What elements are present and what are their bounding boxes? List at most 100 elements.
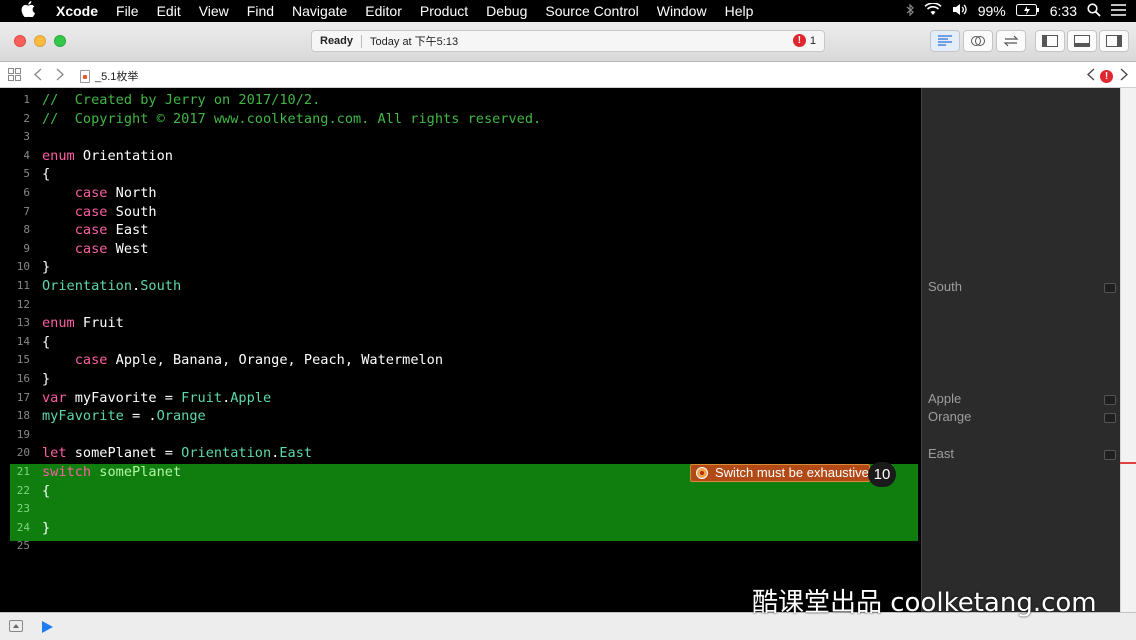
jump-bar-file[interactable]: _5.1枚举: [80, 68, 138, 84]
error-icon[interactable]: !: [1100, 68, 1113, 83]
code-line[interactable]: 10}: [0, 258, 921, 277]
menu-help[interactable]: Help: [716, 0, 763, 22]
code-line[interactable]: 16}: [0, 370, 921, 389]
menu-product[interactable]: Product: [411, 0, 477, 22]
clock[interactable]: 6:33: [1050, 3, 1077, 19]
code-line[interactable]: 19: [0, 426, 921, 445]
code-line[interactable]: 3: [0, 128, 921, 147]
code-token: myFavorite =: [66, 389, 182, 406]
code-line[interactable]: 17 var myFavorite = Fruit.Apple: [0, 389, 921, 408]
code-line[interactable]: 6 case North: [0, 184, 921, 203]
result-value[interactable]: Apple: [928, 391, 961, 406]
show-debug-area-icon[interactable]: [9, 620, 23, 632]
result-value[interactable]: Orange: [928, 409, 971, 424]
minimize-window-button[interactable]: [34, 35, 46, 47]
debug-area-toggle-button[interactable]: [1067, 30, 1097, 52]
wifi-icon[interactable]: [924, 2, 942, 19]
utilities-toggle-icon: [1106, 35, 1122, 47]
menu-xcode[interactable]: Xcode: [56, 0, 107, 22]
error-count-indicator[interactable]: ! 1: [792, 34, 816, 47]
apple-icon[interactable]: [0, 1, 56, 21]
code-token: case: [74, 222, 108, 239]
vertical-scrollbar[interactable]: [1120, 88, 1136, 612]
menu-window[interactable]: Window: [648, 0, 716, 22]
menu-navigate[interactable]: Navigate: [283, 0, 356, 22]
menu-edit[interactable]: Edit: [148, 0, 190, 22]
code-line[interactable]: 12: [0, 296, 921, 315]
run-playground-icon[interactable]: [42, 621, 53, 633]
version-editor-icon: [1003, 35, 1019, 47]
menu-debug[interactable]: Debug: [477, 0, 536, 22]
code-line[interactable]: 15 case Apple, Banana, Orange, Peach, Wa…: [0, 351, 921, 370]
assistant-editor-button[interactable]: [963, 30, 993, 52]
quick-look-icon[interactable]: [1104, 450, 1116, 461]
utilities-toggle-button[interactable]: [1099, 30, 1129, 52]
result-value[interactable]: East: [928, 446, 954, 461]
menu-editor[interactable]: Editor: [356, 0, 411, 22]
code-text: case North: [42, 184, 157, 203]
list-icon[interactable]: [1111, 3, 1126, 19]
result-value[interactable]: South: [928, 279, 962, 294]
version-editor-button[interactable]: [996, 30, 1026, 52]
quick-look-icon[interactable]: [1104, 283, 1116, 293]
code-line[interactable]: 18 myFavorite = .Orange: [0, 407, 921, 426]
quick-look-icon[interactable]: [1104, 394, 1116, 405]
code-line[interactable]: 25: [0, 537, 921, 556]
menu-find[interactable]: Find: [238, 0, 283, 22]
line-number: 2: [23, 111, 30, 125]
code-line[interactable]: 7 case South: [0, 203, 921, 222]
code-line[interactable]: 24}: [0, 519, 921, 538]
code-line[interactable]: 14 {: [0, 333, 921, 352]
line-number: 9: [23, 241, 30, 255]
code-line[interactable]: 9 case West: [0, 240, 921, 259]
inline-issue-message[interactable]: Switch must be exhaustive: [690, 464, 870, 482]
watermark: 酷课堂出品 coolketang.com: [752, 588, 1097, 618]
quick-look-icon[interactable]: [1104, 413, 1116, 424]
code-line[interactable]: 8 case East: [0, 221, 921, 240]
code-token: Apple, Banana, Orange, Peach, Watermelon: [107, 352, 444, 369]
battery-icon[interactable]: [1015, 3, 1040, 19]
code-token: North: [107, 185, 157, 201]
maximize-window-button[interactable]: [54, 35, 66, 47]
navigator-toggle-button[interactable]: [1035, 30, 1065, 52]
code-text: case West: [42, 240, 149, 259]
menu-file[interactable]: File: [107, 0, 148, 22]
code-token: {: [42, 333, 51, 350]
code-token: somePlanet =: [66, 445, 182, 462]
volume-icon[interactable]: [952, 3, 968, 19]
error-count: 1: [809, 34, 816, 47]
line-number: 11: [16, 279, 30, 292]
activity-viewer[interactable]: Ready Today at 下午5:13 ! 1: [311, 30, 825, 52]
previous-issue-icon[interactable]: [1087, 68, 1095, 83]
code-line[interactable]: 23: [0, 500, 921, 519]
line-number: 19: [16, 427, 30, 441]
menu-view[interactable]: View: [190, 0, 238, 22]
bluetooth-icon[interactable]: [906, 3, 914, 20]
code-text: var myFavorite = Fruit.Apple: [42, 389, 271, 408]
standard-editor-button[interactable]: [930, 30, 960, 52]
code-text: myFavorite = .Orange: [42, 407, 206, 426]
code-text: enum Orientation: [42, 147, 173, 166]
code-line[interactable]: 1 // Created by Jerry on 2017/10/2.: [0, 91, 921, 110]
code-line[interactable]: 11 Orientation.South: [0, 277, 921, 296]
next-issue-icon[interactable]: [1120, 68, 1128, 83]
line-number: 15: [16, 353, 30, 367]
activity-separator: [361, 34, 363, 48]
menu-source-control[interactable]: Source Control: [536, 0, 647, 22]
code-token: Orange: [156, 408, 206, 425]
close-window-button[interactable]: [14, 35, 26, 47]
code-line[interactable]: 4 enum Orientation: [0, 147, 921, 166]
line-number: 1: [23, 93, 30, 106]
code-token: {: [42, 166, 51, 183]
spotlight-icon[interactable]: [1087, 2, 1101, 20]
code-line[interactable]: 20 let somePlanet = Orientation.East: [0, 444, 921, 463]
back-icon[interactable]: [34, 68, 42, 83]
forward-icon[interactable]: [56, 68, 64, 83]
code-line[interactable]: 13 enum Fruit: [0, 314, 921, 333]
code-line[interactable]: 2 // Copyright © 2017 www.coolketang.com.…: [0, 110, 921, 129]
related-items-icon[interactable]: [8, 68, 21, 83]
code-line[interactable]: 5{: [0, 165, 921, 184]
code-line[interactable]: 22 {: [0, 482, 921, 501]
